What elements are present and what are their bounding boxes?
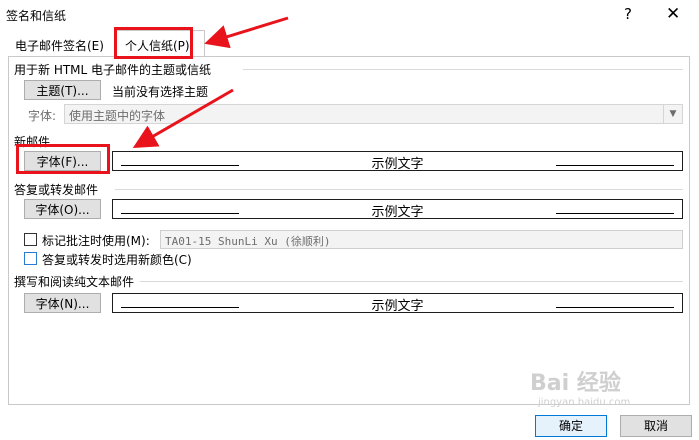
annotation-arrows [132, 16, 289, 149]
arrow-to-font-button [132, 88, 234, 149]
arrow-to-tab [204, 16, 289, 49]
